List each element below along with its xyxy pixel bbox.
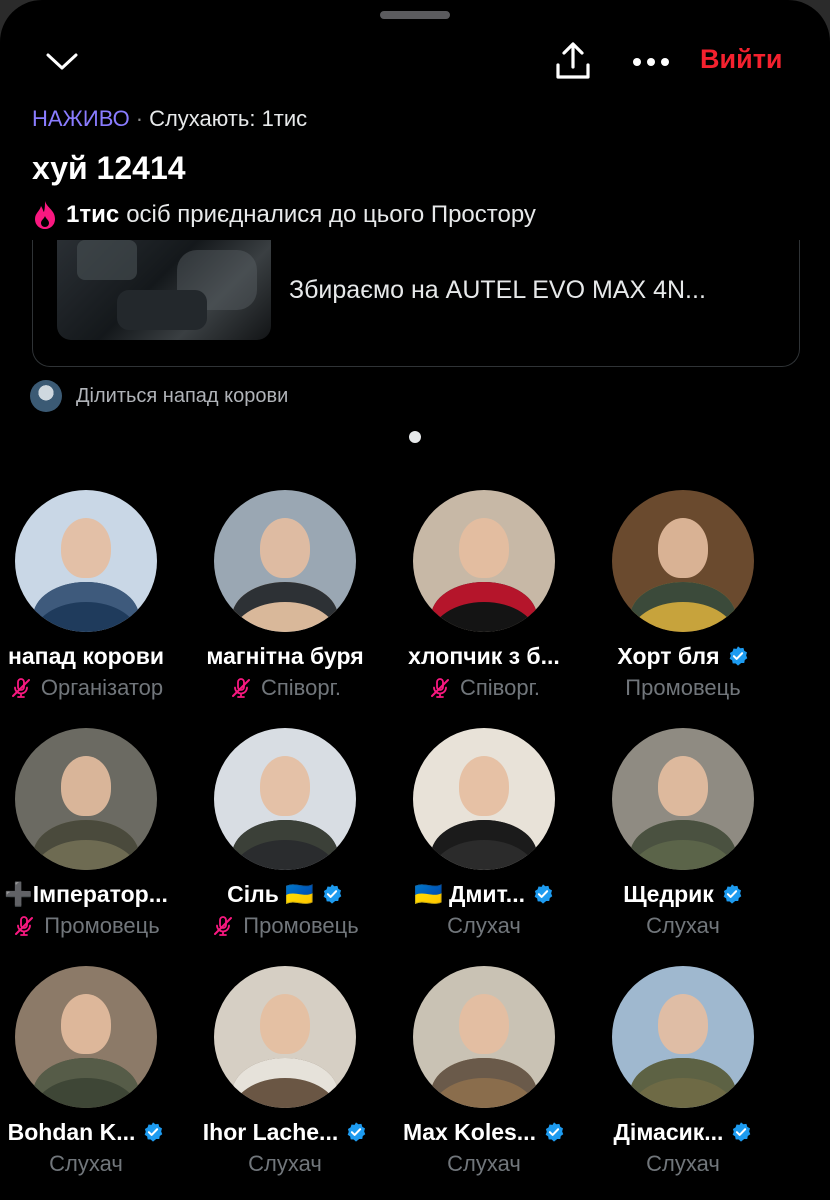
verified-badge-icon <box>545 1122 564 1142</box>
participant-avatar <box>214 966 356 1108</box>
share-button[interactable] <box>550 38 596 84</box>
share-icon <box>556 42 590 79</box>
space-sheet: Вийти НАЖИВО · Слухають: 1тис хуй 12414 1т… <box>0 0 830 1200</box>
participant-name: Max Koles... <box>403 1118 536 1145</box>
participant-role: Організатор <box>40 675 164 700</box>
participant-tile[interactable]: Bohdan K... Слухач <box>0 966 186 1178</box>
participant-name: 🇺🇦 Дмит... <box>414 880 525 907</box>
card-text: Збираємо на AUTEL EVO MAX 4N... <box>289 276 706 304</box>
verified-badge-icon <box>729 646 747 666</box>
participant-avatar <box>15 728 157 870</box>
shared-post-card[interactable]: Збираємо на AUTEL EVO MAX 4N... <box>32 240 800 367</box>
verified-badge-icon <box>534 884 553 904</box>
shared-by-text: Ділиться напад корови <box>76 384 289 407</box>
participant-avatar <box>612 490 754 632</box>
participant-avatar <box>612 728 754 870</box>
participant-name: Ihor Lache... <box>202 1118 339 1145</box>
sheet-grabber[interactable] <box>380 11 450 19</box>
participant-avatar <box>214 728 356 870</box>
participant-tile[interactable]: Сіль 🇺🇦 Промовець <box>185 728 385 940</box>
participant-avatar <box>413 728 555 870</box>
participant-name: Хорт бля <box>617 642 720 669</box>
participant-tile[interactable]: Щедрик Слухач <box>583 728 783 940</box>
participant-avatar <box>15 490 157 632</box>
participant-name: ➕Імператор... <box>4 880 168 907</box>
mic-off-icon <box>430 678 449 698</box>
mic-off-icon <box>231 678 250 698</box>
verified-badge-icon <box>723 884 742 904</box>
participant-tile[interactable]: магнітна буря Співорг. <box>185 490 385 702</box>
sharer-avatar <box>30 380 62 412</box>
leave-button[interactable]: Вийти <box>700 44 783 75</box>
mic-off-icon <box>214 916 233 936</box>
fire-icon <box>35 201 55 229</box>
joined-text: осіб приєдналися до цього Простору <box>126 201 536 228</box>
participant-tile[interactable]: Дімасик... Слухач <box>583 966 783 1178</box>
participant-tile[interactable]: Хорт бля Промовець <box>583 490 783 702</box>
participant-role: Слухач <box>49 1151 123 1176</box>
card-thumbnail <box>57 240 271 340</box>
joined-count: 1тис <box>66 201 120 228</box>
participant-name: хлопчик з б... <box>408 642 560 669</box>
more-dots-icon <box>633 58 669 66</box>
more-options-button[interactable] <box>628 42 674 82</box>
collapse-button[interactable] <box>40 42 84 82</box>
participant-role: Слухач <box>646 1151 720 1176</box>
mic-off-icon <box>15 916 34 936</box>
verified-badge-icon <box>145 1122 163 1142</box>
participant-role: Промовець <box>44 913 160 938</box>
participant-avatar <box>612 966 754 1108</box>
live-badge: НАЖИВО <box>32 106 130 131</box>
listeners-count: Слухають: 1тис <box>149 106 308 131</box>
participant-tile[interactable]: Max Koles... Слухач <box>384 966 584 1178</box>
participant-name: Дімасик... <box>613 1118 724 1145</box>
participant-role: Промовець <box>625 675 741 700</box>
mic-off-icon <box>11 678 30 698</box>
participant-name: Bohdan K... <box>7 1118 136 1145</box>
joined-info: 1тис осіб приєдналися до цього Простору <box>32 200 536 230</box>
participant-name: Сіль 🇺🇦 <box>227 880 314 907</box>
participant-tile[interactable]: ➕Імператор... Промовець <box>0 728 186 940</box>
separator: · <box>135 106 144 131</box>
verified-badge-icon <box>347 1122 366 1142</box>
participant-name: магнітна буря <box>206 642 364 669</box>
page-indicator <box>409 431 421 443</box>
chevron-down-icon <box>46 53 78 70</box>
shared-by[interactable]: Ділиться напад корови <box>30 380 288 412</box>
participant-role: Промовець <box>243 913 359 938</box>
space-title: хуй 12414 <box>32 150 186 186</box>
participant-role: Співорг. <box>260 675 342 700</box>
participant-role: Слухач <box>447 1151 521 1176</box>
participant-avatar <box>214 490 356 632</box>
participant-name: Щедрик <box>623 880 714 907</box>
participant-avatar <box>413 490 555 632</box>
verified-badge-icon <box>323 884 342 904</box>
verified-badge-icon <box>733 1122 751 1142</box>
participant-role: Слухач <box>646 913 720 938</box>
live-status: НАЖИВО · Слухають: 1тис <box>32 106 307 132</box>
participant-tile[interactable]: Ihor Lache... Слухач <box>185 966 385 1178</box>
participant-tile[interactable]: 🇺🇦 Дмит... Слухач <box>384 728 584 940</box>
participant-role: Співорг. <box>459 675 541 700</box>
participant-tile[interactable]: напад корови Організатор <box>0 490 186 702</box>
participant-name: напад корови <box>8 642 164 669</box>
participant-role: Слухач <box>248 1151 322 1176</box>
participant-avatar <box>413 966 555 1108</box>
participant-tile[interactable]: хлопчик з б... Співорг. <box>384 490 584 702</box>
participant-role: Слухач <box>447 913 521 938</box>
participant-avatar <box>15 966 157 1108</box>
